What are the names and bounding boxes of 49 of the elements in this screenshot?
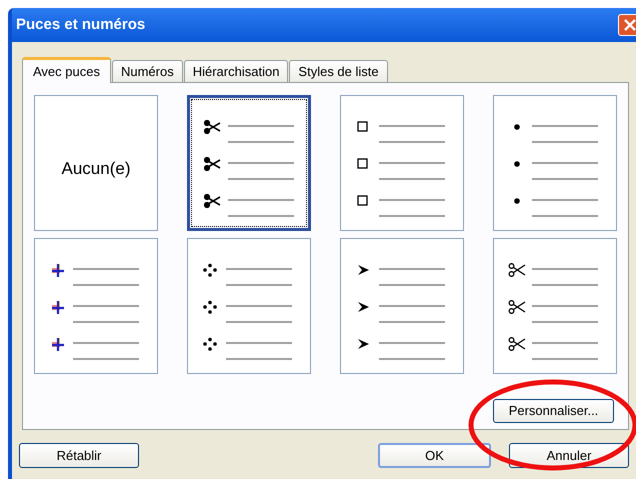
tab[interactable]: Styles de liste — [289, 60, 388, 82]
placeholder-lines — [377, 198, 447, 216]
scissors-icon — [204, 194, 222, 208]
bullet-style-option[interactable]: Aucun(e) — [34, 95, 158, 231]
placeholder-lines — [224, 304, 294, 322]
close-button[interactable] — [618, 14, 636, 36]
close-icon — [624, 19, 636, 31]
tab[interactable]: Hiérarchisation — [184, 60, 288, 82]
placeholder-lines — [530, 124, 600, 142]
placeholder-lines — [377, 162, 447, 180]
window-title: Puces et numéros — [16, 14, 146, 35]
tab[interactable]: Avec puces — [22, 57, 111, 83]
bullet-style-option[interactable] — [187, 95, 311, 231]
reset-button[interactable]: Rétablir — [19, 443, 139, 468]
tab[interactable]: Numéros — [112, 60, 183, 82]
plus-icon — [49, 336, 67, 350]
placeholder-lines — [226, 124, 296, 142]
placeholder-lines — [530, 268, 600, 286]
placeholder-lines — [226, 162, 296, 180]
placeholder-lines — [224, 268, 294, 286]
dots-icon — [202, 262, 220, 276]
scissors-icon — [508, 336, 526, 350]
option-label: Aucun(e) — [62, 158, 130, 180]
plus-icon — [49, 300, 67, 314]
placeholder-lines — [530, 342, 600, 360]
placeholder-lines — [377, 124, 447, 142]
placeholder-lines — [530, 304, 600, 322]
placeholder-lines — [530, 162, 600, 180]
placeholder-lines — [226, 198, 296, 216]
dot-icon — [514, 198, 520, 204]
ok-button[interactable]: OK — [378, 443, 491, 468]
placeholder-lines — [224, 342, 294, 360]
placeholder-lines — [530, 198, 600, 216]
dot-icon — [514, 160, 520, 166]
dots-icon — [202, 336, 220, 350]
placeholder-lines — [71, 304, 141, 322]
plus-icon — [49, 262, 67, 276]
scissors-icon — [204, 120, 222, 134]
placeholder-lines — [377, 342, 447, 360]
scissors-icon — [508, 300, 526, 314]
customize-button[interactable]: Personnaliser... — [493, 399, 614, 423]
placeholder-lines — [71, 342, 141, 360]
dots-icon — [202, 300, 220, 314]
placeholder-lines — [71, 268, 141, 286]
placeholder-lines — [377, 304, 447, 322]
scissors-icon — [204, 156, 222, 170]
dot-icon — [514, 124, 520, 130]
scissors-icon — [508, 262, 526, 276]
placeholder-lines — [377, 268, 447, 286]
